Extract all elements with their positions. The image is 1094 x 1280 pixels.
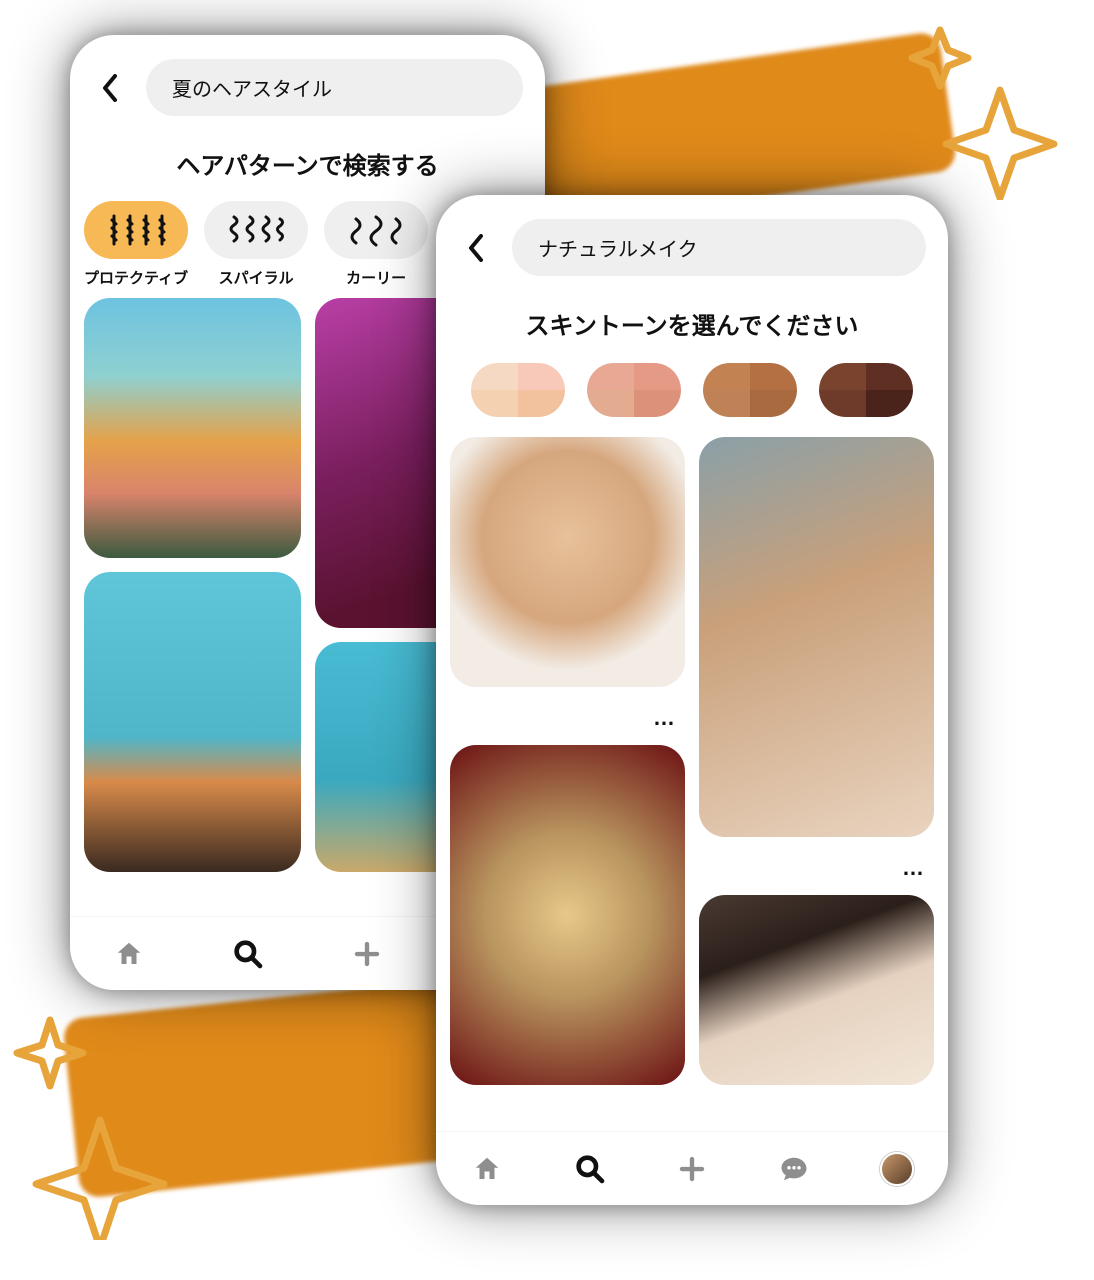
- skintone-swatch-3[interactable]: [703, 363, 797, 417]
- hair-chip-protective[interactable]: プロテクティブ: [84, 201, 188, 288]
- phone-makeup-search: ナチュラルメイク スキントーンを選んでください … …: [436, 195, 948, 1205]
- hair-chip-label: プロテクティブ: [84, 267, 188, 288]
- nav-create[interactable]: [670, 1147, 714, 1191]
- skintone-swatch-4[interactable]: [819, 363, 913, 417]
- skintone-section-title: スキントーンを選んでください: [436, 306, 948, 341]
- search-input[interactable]: 夏のヘアスタイル: [146, 59, 523, 116]
- skintone-row: [436, 355, 948, 437]
- hair-section-title: ヘアパターンで検索する: [70, 146, 545, 181]
- pin-image[interactable]: [84, 572, 301, 872]
- back-button[interactable]: [458, 230, 494, 266]
- hair-chip-label: スパイラル: [219, 267, 294, 288]
- makeup-results-grid: … …: [436, 437, 948, 1131]
- bottom-nav: [436, 1131, 948, 1205]
- pin-image[interactable]: [84, 298, 301, 558]
- nav-create[interactable]: [345, 932, 389, 976]
- home-icon: [472, 1154, 502, 1184]
- pin-more-button[interactable]: …: [699, 851, 934, 881]
- avatar-icon: [880, 1152, 914, 1186]
- nav-search[interactable]: [568, 1147, 612, 1191]
- home-icon: [114, 939, 144, 969]
- pin-image[interactable]: [450, 745, 685, 1085]
- nav-profile[interactable]: [875, 1147, 919, 1191]
- search-icon: [232, 938, 264, 970]
- skintone-swatch-2[interactable]: [587, 363, 681, 417]
- nav-search[interactable]: [226, 932, 270, 976]
- pin-image[interactable]: [450, 437, 685, 687]
- nav-chat[interactable]: [772, 1147, 816, 1191]
- pin-image[interactable]: [699, 437, 934, 837]
- chevron-left-icon: [101, 74, 119, 102]
- curly-icon: [346, 213, 406, 247]
- back-button[interactable]: [92, 70, 128, 106]
- plus-icon: [352, 939, 382, 969]
- hair-chip-spiral[interactable]: スパイラル: [204, 201, 308, 288]
- search-icon: [574, 1153, 606, 1185]
- hair-chip-curly[interactable]: カーリー: [324, 201, 428, 288]
- chevron-left-icon: [467, 234, 485, 262]
- header: ナチュラルメイク: [436, 195, 948, 288]
- pin-more-button[interactable]: …: [450, 701, 685, 731]
- braids-icon: [104, 212, 168, 248]
- nav-home[interactable]: [465, 1147, 509, 1191]
- header: 夏のヘアスタイル: [70, 35, 545, 128]
- chat-icon: [779, 1154, 809, 1184]
- skintone-swatch-1[interactable]: [471, 363, 565, 417]
- plus-icon: [677, 1154, 707, 1184]
- search-input[interactable]: ナチュラルメイク: [512, 219, 926, 276]
- pin-image[interactable]: [699, 895, 934, 1085]
- spiral-icon: [226, 213, 286, 247]
- nav-home[interactable]: [107, 932, 151, 976]
- hair-chip-label: カーリー: [346, 267, 406, 288]
